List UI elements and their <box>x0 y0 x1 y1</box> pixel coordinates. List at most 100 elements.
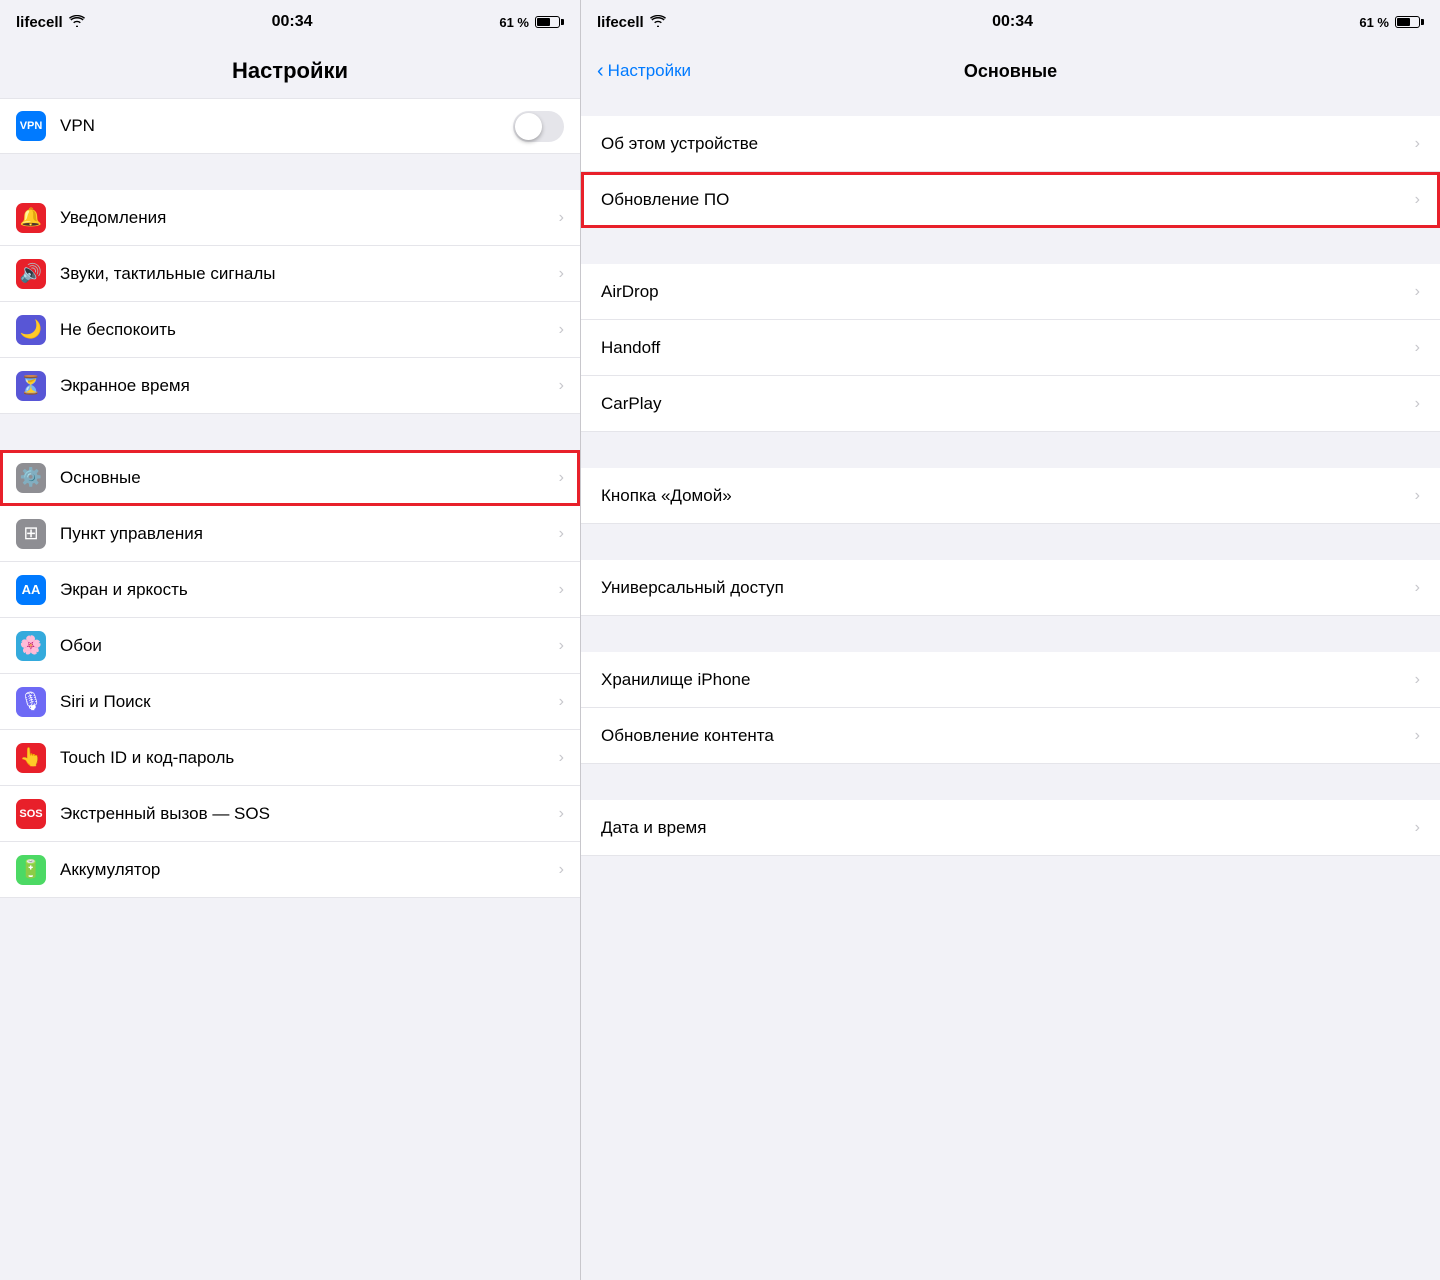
handoff-chevron: › <box>1415 339 1420 357</box>
vpn-icon: VPN <box>16 111 46 141</box>
bgrefresh-label: Обновление контента <box>601 726 1415 746</box>
right-nav-title: Основные <box>581 61 1440 82</box>
touchid-label: Touch ID и код-пароль <box>60 748 559 768</box>
general-icon: ⚙️ <box>16 463 46 493</box>
notifications-label: Уведомления <box>60 208 559 228</box>
display-chevron: › <box>559 581 564 599</box>
siri-icon: 🎙 <box>16 687 46 717</box>
right-row-storage[interactable]: Хранилище iPhone › <box>581 652 1440 708</box>
carplay-label: CarPlay <box>601 394 1415 414</box>
right-status-bar: lifecell 00:34 61 % <box>581 0 1440 44</box>
wallpaper-icon: 🌸 <box>16 631 46 661</box>
datetime-label: Дата и время <box>601 818 1415 838</box>
settings-row-wallpaper[interactable]: 🌸 Обои › <box>0 618 580 674</box>
touchid-icon: 👆 <box>16 743 46 773</box>
datetime-chevron: › <box>1415 819 1420 837</box>
right-status-left: lifecell <box>597 14 666 31</box>
accessibility-chevron: › <box>1415 579 1420 597</box>
storage-chevron: › <box>1415 671 1420 689</box>
settings-row-siri[interactable]: 🎙 Siri и Поиск › <box>0 674 580 730</box>
settings-row-battery[interactable]: 🔋 Аккумулятор › <box>0 842 580 898</box>
right-wifi-icon <box>650 14 666 31</box>
right-spacer-3 <box>581 524 1440 560</box>
control-icon: ⊞ <box>16 519 46 549</box>
settings-row-sounds[interactable]: 🔊 Звуки, тактильные сигналы › <box>0 246 580 302</box>
left-battery-icon <box>535 16 564 28</box>
dnd-icon: 🌙 <box>16 315 46 345</box>
storage-label: Хранилище iPhone <box>601 670 1415 690</box>
airdrop-chevron: › <box>1415 283 1420 301</box>
right-row-handoff[interactable]: Handoff › <box>581 320 1440 376</box>
left-status-right: 61 % <box>499 15 564 30</box>
sounds-icon: 🔊 <box>16 259 46 289</box>
handoff-label: Handoff <box>601 338 1415 358</box>
bgrefresh-chevron: › <box>1415 727 1420 745</box>
right-row-carplay[interactable]: CarPlay › <box>581 376 1440 432</box>
right-row-accessibility[interactable]: Универсальный доступ › <box>581 560 1440 616</box>
spacer-1 <box>0 154 580 190</box>
right-battery-icon <box>1395 16 1424 28</box>
siri-chevron: › <box>559 693 564 711</box>
back-button[interactable]: ‹ Настройки <box>597 60 691 83</box>
wallpaper-chevron: › <box>559 637 564 655</box>
left-status-left: lifecell <box>16 14 85 31</box>
right-row-bgrefresh[interactable]: Обновление контента › <box>581 708 1440 764</box>
accessibility-label: Универсальный доступ <box>601 578 1415 598</box>
right-spacer-1 <box>581 228 1440 264</box>
right-carrier: lifecell <box>597 14 644 31</box>
control-label: Пункт управления <box>60 524 559 544</box>
settings-row-touchid[interactable]: 👆 Touch ID и код-пароль › <box>0 730 580 786</box>
left-status-time: 00:34 <box>272 13 313 31</box>
display-icon: AA <box>16 575 46 605</box>
sos-chevron: › <box>559 805 564 823</box>
general-label: Основные <box>60 468 559 488</box>
settings-row-vpn[interactable]: VPN VPN <box>0 98 580 154</box>
homebutton-chevron: › <box>1415 487 1420 505</box>
settings-row-general[interactable]: ⚙️ Основные › <box>0 450 580 506</box>
right-status-right: 61 % <box>1359 15 1424 30</box>
settings-row-dnd[interactable]: 🌙 Не беспокоить › <box>0 302 580 358</box>
airdrop-label: AirDrop <box>601 282 1415 302</box>
left-panel: lifecell 00:34 61 % Настройки <box>0 0 580 1280</box>
battery-chevron: › <box>559 861 564 879</box>
about-chevron: › <box>1415 135 1420 153</box>
vpn-label: VPN <box>60 116 513 136</box>
screentime-icon: ⏳ <box>16 371 46 401</box>
right-nav-header: ‹ Настройки Основные <box>581 44 1440 98</box>
left-settings-list: VPN VPN 🔔 Уведомления › 🔊 Звуки, тактиль… <box>0 98 580 1280</box>
siri-label: Siri и Поиск <box>60 692 559 712</box>
left-wifi-icon <box>69 14 85 31</box>
right-spacer-top <box>581 98 1440 116</box>
left-battery-pct: 61 % <box>499 15 529 30</box>
dnd-label: Не беспокоить <box>60 320 559 340</box>
settings-row-screentime[interactable]: ⏳ Экранное время › <box>0 358 580 414</box>
sounds-chevron: › <box>559 265 564 283</box>
display-label: Экран и яркость <box>60 580 559 600</box>
right-row-update[interactable]: Обновление ПО › <box>581 172 1440 228</box>
right-spacer-5 <box>581 764 1440 800</box>
notifications-chevron: › <box>559 209 564 227</box>
settings-row-sos[interactable]: SOS Экстренный вызов — SOS › <box>0 786 580 842</box>
left-nav-header: Настройки <box>0 44 580 98</box>
settings-row-display[interactable]: AA Экран и яркость › <box>0 562 580 618</box>
about-label: Об этом устройстве <box>601 134 1415 154</box>
battery-row-icon: 🔋 <box>16 855 46 885</box>
sos-icon: SOS <box>16 799 46 829</box>
touchid-chevron: › <box>559 749 564 767</box>
wallpaper-label: Обои <box>60 636 559 656</box>
dnd-chevron: › <box>559 321 564 339</box>
back-arrow-icon: ‹ <box>597 60 604 83</box>
right-row-airdrop[interactable]: AirDrop › <box>581 264 1440 320</box>
settings-row-notifications[interactable]: 🔔 Уведомления › <box>0 190 580 246</box>
update-label: Обновление ПО <box>601 190 1415 210</box>
update-chevron: › <box>1415 191 1420 209</box>
left-status-bar: lifecell 00:34 61 % <box>0 0 580 44</box>
right-row-about[interactable]: Об этом устройстве › <box>581 116 1440 172</box>
right-spacer-2 <box>581 432 1440 468</box>
spacer-2 <box>0 414 580 450</box>
settings-row-control[interactable]: ⊞ Пункт управления › <box>0 506 580 562</box>
left-carrier: lifecell <box>16 14 63 31</box>
right-row-datetime[interactable]: Дата и время › <box>581 800 1440 856</box>
vpn-toggle[interactable] <box>513 111 564 142</box>
right-row-homebutton[interactable]: Кнопка «Домой» › <box>581 468 1440 524</box>
